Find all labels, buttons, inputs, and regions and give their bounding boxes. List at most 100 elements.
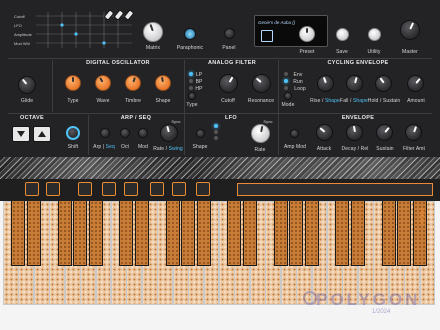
rise-alt-text: Shape bbox=[324, 98, 340, 104]
black-key[interactable] bbox=[242, 201, 257, 266]
filter-type-button[interactable] bbox=[188, 92, 196, 100]
touch-ribbon[interactable] bbox=[237, 183, 433, 196]
black-key[interactable] bbox=[57, 201, 72, 266]
swing-text: Swing bbox=[168, 146, 183, 152]
black-key[interactable] bbox=[134, 201, 149, 266]
wave-knob[interactable] bbox=[95, 75, 111, 91]
divider bbox=[278, 60, 279, 155]
shift-label: Shift bbox=[67, 144, 79, 150]
black-key[interactable] bbox=[26, 201, 41, 266]
mod-icon[interactable] bbox=[124, 182, 138, 196]
mod-button[interactable] bbox=[138, 128, 148, 138]
rise-label: Rise / Shape bbox=[310, 98, 340, 104]
link-icon[interactable] bbox=[172, 182, 186, 196]
watermark: POLYGON bbox=[316, 290, 421, 309]
octave-down-icon bbox=[17, 131, 25, 137]
sequence-icon[interactable] bbox=[196, 182, 210, 196]
arp-icon[interactable] bbox=[150, 182, 164, 196]
black-key[interactable] bbox=[88, 201, 103, 266]
lfo-rate-knob[interactable] bbox=[251, 124, 270, 143]
pitch-icon[interactable] bbox=[102, 182, 116, 196]
arp-label: Arp | Seq bbox=[93, 144, 115, 150]
black-key[interactable] bbox=[289, 201, 304, 266]
divider bbox=[8, 58, 432, 59]
cycle-mode-loop: Loop bbox=[294, 86, 306, 92]
timbre-knob[interactable] bbox=[125, 75, 141, 91]
black-key[interactable] bbox=[227, 201, 242, 266]
black-key[interactable] bbox=[11, 201, 26, 266]
section-analog-filter: ANALOG FILTER bbox=[207, 60, 257, 66]
shape-knob[interactable] bbox=[155, 75, 171, 91]
utility-button[interactable] bbox=[368, 28, 381, 41]
keyboard-mode-button[interactable] bbox=[46, 182, 60, 196]
rise-knob[interactable] bbox=[317, 75, 334, 92]
attack-knob[interactable] bbox=[316, 124, 333, 141]
filter-mode-hp: HP bbox=[195, 86, 203, 92]
preset-label: Preset bbox=[299, 49, 315, 55]
fall-knob[interactable] bbox=[346, 75, 363, 92]
mod-matrix[interactable]: Cutoff LFO Amplitude Mod Whl bbox=[14, 9, 135, 54]
matrix-column-button[interactable] bbox=[123, 9, 135, 21]
hold-button[interactable] bbox=[25, 182, 39, 196]
preset-knob[interactable] bbox=[299, 26, 315, 42]
cycle-mode-run: Run bbox=[293, 79, 303, 85]
section-digital-oscillator: DIGITAL OSCILLATOR bbox=[86, 60, 150, 66]
matrix-knob[interactable] bbox=[143, 22, 163, 42]
glide-knob[interactable] bbox=[18, 76, 36, 94]
panel-button[interactable] bbox=[224, 28, 235, 39]
decay-release-knob[interactable] bbox=[346, 124, 363, 141]
lfo-shape-led bbox=[214, 124, 218, 128]
lfo-shape-button[interactable] bbox=[196, 129, 205, 138]
black-key[interactable] bbox=[273, 201, 288, 266]
divider bbox=[52, 60, 53, 112]
utility-label: Utility bbox=[367, 49, 381, 55]
hold-sustain-knob[interactable] bbox=[375, 75, 392, 92]
fall-text: Fall / bbox=[340, 98, 352, 104]
black-key[interactable] bbox=[165, 201, 180, 266]
preset-display[interactable]: Genie's de Auba () bbox=[254, 15, 328, 47]
touch-mode-button[interactable] bbox=[78, 182, 92, 196]
arp-seq-button[interactable] bbox=[100, 128, 110, 138]
black-key[interactable] bbox=[381, 201, 396, 266]
black-key[interactable] bbox=[181, 201, 196, 266]
wave-label: Wave bbox=[96, 98, 110, 104]
filter-lp-led bbox=[189, 72, 193, 76]
decay-release-label: Decay / Rel bbox=[341, 146, 369, 152]
hold-sustain-label: Hold / Sustain bbox=[367, 98, 401, 104]
mod-label: Mod bbox=[137, 144, 149, 150]
filter-type-label: Type bbox=[186, 102, 198, 108]
amp-mod-label: Amp Mod bbox=[283, 144, 307, 150]
save-button[interactable] bbox=[336, 28, 349, 41]
shift-button[interactable] bbox=[66, 126, 80, 140]
resonance-knob[interactable] bbox=[252, 74, 271, 93]
black-key[interactable] bbox=[119, 201, 134, 266]
black-key[interactable] bbox=[73, 201, 88, 266]
sustain-knob[interactable] bbox=[376, 124, 393, 141]
filter-hp-led bbox=[189, 86, 193, 90]
divider bbox=[88, 115, 89, 155]
cycle-amount-knob[interactable] bbox=[407, 75, 424, 92]
control-panel: Cutoff LFO Amplitude Mod Whl Matrix Para… bbox=[0, 0, 440, 157]
cycle-mode-label: Mode bbox=[281, 102, 295, 108]
osc-type-knob[interactable] bbox=[65, 75, 81, 91]
paraphonic-button[interactable] bbox=[184, 28, 196, 40]
arp-rate-knob[interactable] bbox=[160, 124, 178, 142]
fall-alt-text: Shape bbox=[352, 98, 368, 104]
section-octave: OCTAVE bbox=[20, 115, 44, 121]
black-key[interactable] bbox=[397, 201, 412, 266]
glide-label: Glide bbox=[20, 98, 34, 104]
amp-mod-button[interactable] bbox=[290, 129, 299, 138]
cycle-loop-led bbox=[284, 86, 288, 90]
black-key[interactable] bbox=[196, 201, 211, 266]
master-knob[interactable] bbox=[400, 20, 420, 40]
oct-button[interactable] bbox=[120, 128, 130, 138]
black-key[interactable] bbox=[304, 201, 319, 266]
cutoff-knob[interactable] bbox=[219, 74, 238, 93]
save-label: Save bbox=[336, 49, 348, 55]
filter-amount-knob[interactable] bbox=[405, 124, 422, 141]
lfo-shape-led bbox=[214, 130, 218, 134]
synth-plugin-window: Cutoff LFO Amplitude Mod Whl Matrix Para… bbox=[0, 0, 440, 330]
black-key[interactable] bbox=[335, 201, 350, 266]
cycle-mode-button[interactable] bbox=[284, 92, 292, 100]
black-key[interactable] bbox=[350, 201, 365, 266]
